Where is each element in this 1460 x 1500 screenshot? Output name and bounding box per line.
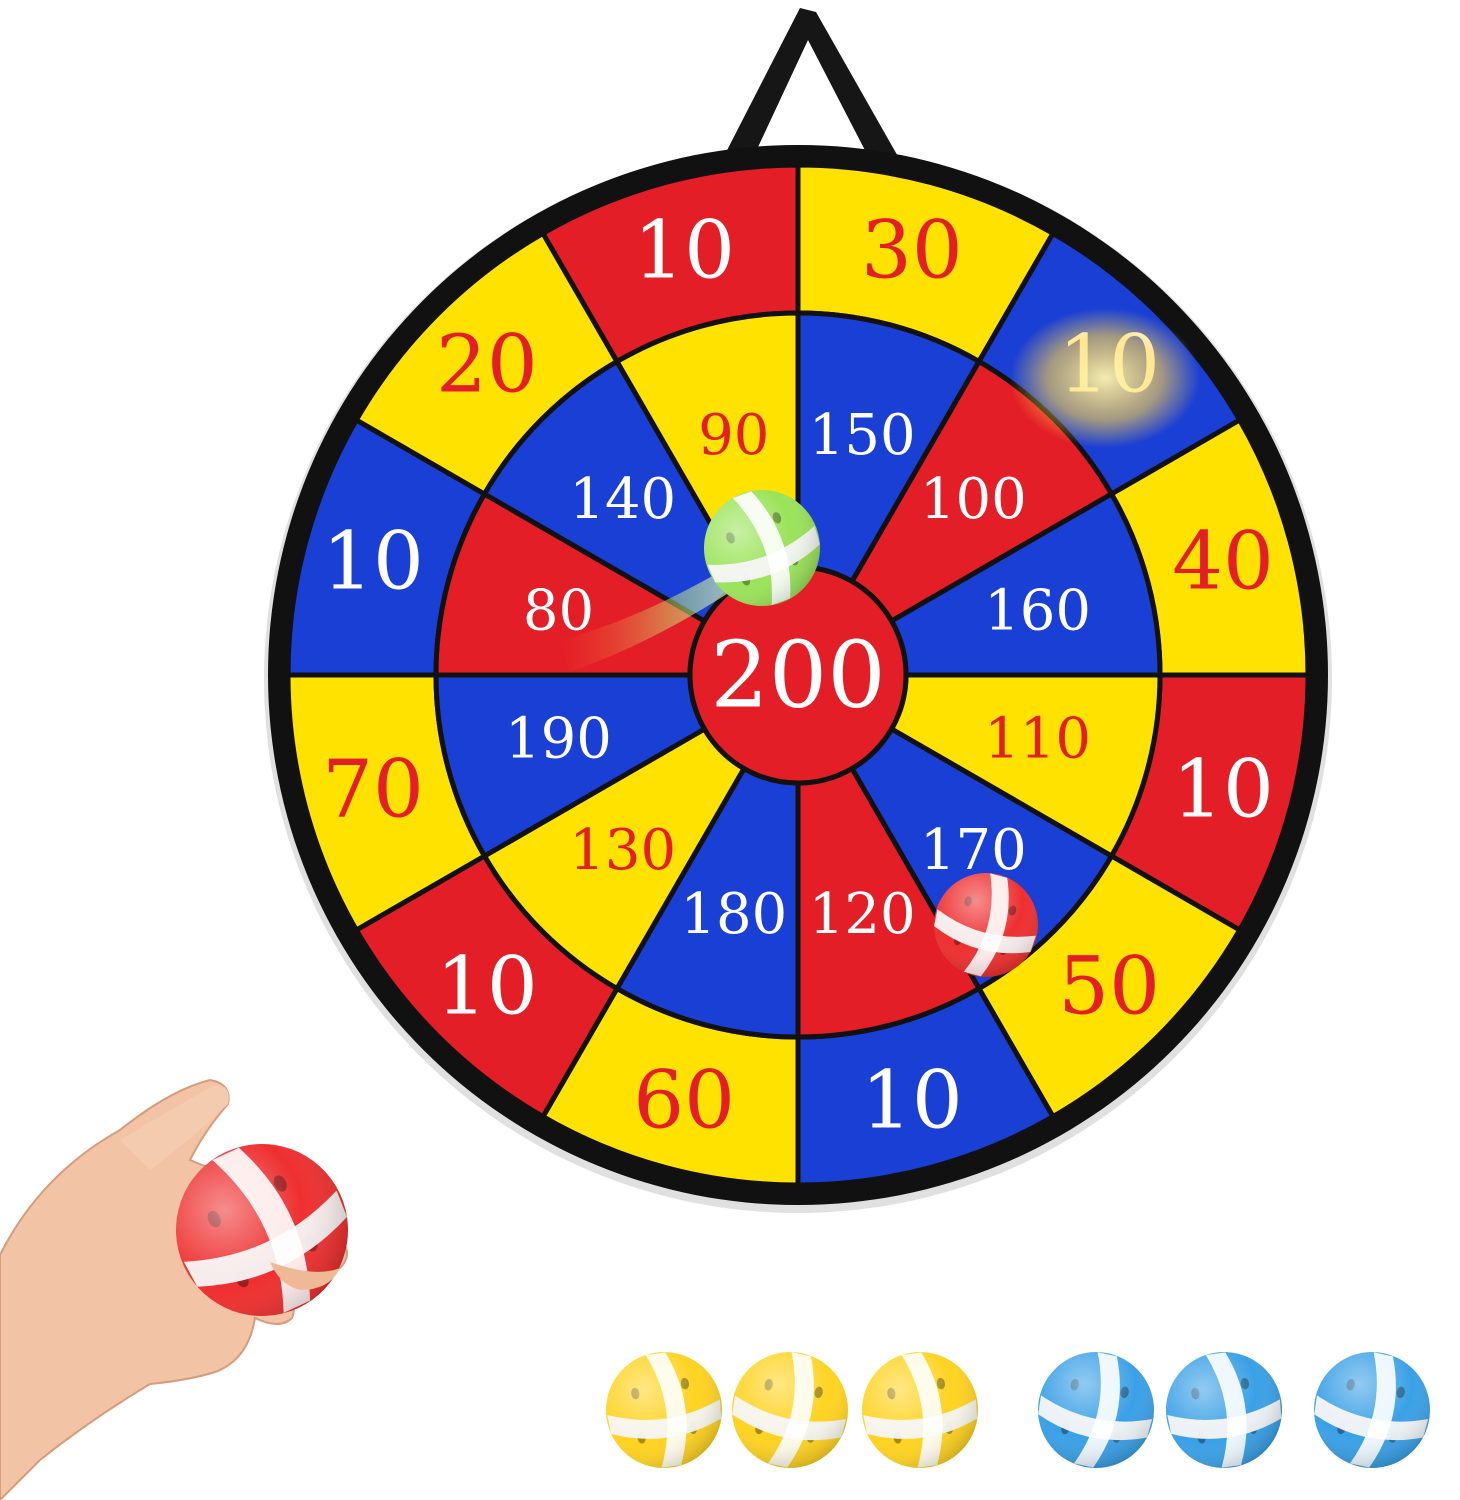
inner-score-label: 180 (680, 882, 787, 947)
outer-score-label: 50 (1058, 940, 1160, 1033)
inner-score-label: 160 (984, 578, 1091, 643)
outer-score-label: 70 (322, 742, 424, 835)
inner-score-label: 170 (920, 818, 1027, 883)
outer-score-label: 10 (436, 940, 538, 1033)
ball-yellow (862, 1352, 978, 1468)
outer-score-label: 20 (436, 317, 538, 410)
outer-score-label: 10 (861, 1054, 963, 1147)
ball-blue (1166, 1352, 1282, 1468)
ball-blue (1314, 1352, 1430, 1468)
inner-score-label: 90 (698, 403, 769, 468)
ball-blue (1038, 1352, 1154, 1468)
dartboard: 30 150 10 100 40 160 10 110 50 170 10 120 60 180 10 130… (264, 145, 1332, 1213)
hanging-strap (722, 8, 900, 160)
inner-score-label: 140 (569, 467, 676, 532)
inner-score-label: 110 (984, 707, 1091, 772)
dartboard-product-scene: 30 150 10 100 40 160 10 110 50 170 10 120 60 180 10 130… (0, 8, 1430, 1500)
inner-score-label: 130 (569, 818, 676, 883)
ball-yellow (606, 1352, 722, 1468)
inner-score-label: 150 (809, 403, 916, 468)
inner-score-label: 100 (920, 467, 1027, 532)
outer-score-label: 10 (322, 515, 424, 608)
inner-score-label: 190 (505, 707, 612, 772)
outer-score-label: 30 (861, 203, 963, 296)
outer-score-label: 40 (1172, 515, 1274, 608)
inner-score-label: 120 (809, 882, 916, 947)
light-glow (1010, 308, 1200, 448)
ball-yellow (732, 1352, 848, 1468)
outer-score-label: 10 (1172, 742, 1274, 835)
outer-score-label: 60 (633, 1054, 735, 1147)
hand-holding-ball (0, 1078, 349, 1500)
bullseye-label: 200 (710, 622, 886, 729)
outer-score-label: 10 (633, 203, 735, 296)
